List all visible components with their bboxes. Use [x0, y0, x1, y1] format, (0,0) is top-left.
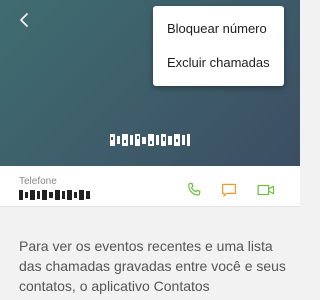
- video-icon: [257, 184, 275, 196]
- divider: [0, 206, 300, 207]
- masked-phone-value: [19, 190, 91, 200]
- overflow-menu: Bloquear número Excluir chamadas: [153, 6, 284, 86]
- contact-info-card: Telefone: [0, 166, 300, 206]
- redacted-number-graphic: [110, 134, 190, 146]
- video-call-button[interactable]: [256, 180, 276, 200]
- menu-item-block-number[interactable]: Bloquear número: [153, 12, 284, 46]
- message-icon: [222, 183, 236, 197]
- redacted-phone-graphic: [19, 190, 90, 200]
- phone-icon: [188, 182, 201, 196]
- back-button[interactable]: [12, 8, 36, 32]
- message-button[interactable]: [219, 180, 239, 200]
- masked-phone-number: [0, 132, 300, 148]
- recent-events-info-text: Para ver os eventos recentes e uma lista…: [19, 238, 286, 294]
- call-button[interactable]: [184, 180, 204, 200]
- back-arrow-icon: [20, 13, 28, 27]
- menu-item-delete-calls[interactable]: Excluir chamadas: [153, 46, 284, 80]
- phone-label: Telefone: [19, 176, 57, 187]
